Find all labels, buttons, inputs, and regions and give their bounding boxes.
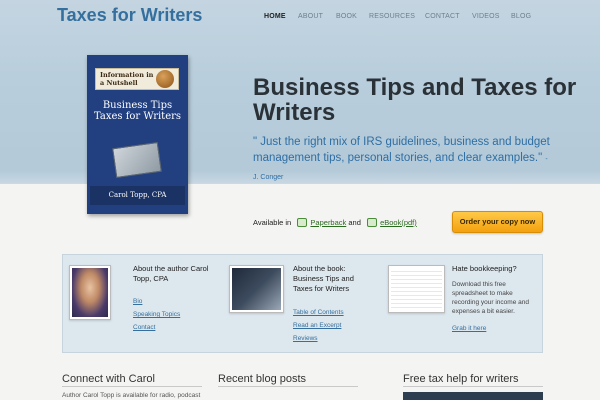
author-photo[interactable] — [69, 265, 111, 320]
review-quote: " Just the right mix of IRS guidelines, … — [253, 134, 553, 186]
profit-image[interactable] — [229, 265, 284, 313]
book-cover[interactable]: Information in a Nutshell Business Tips … — [87, 55, 188, 214]
connect-heading: Connect with Carol — [62, 373, 155, 385]
reviews-link[interactable]: Reviews — [293, 335, 318, 342]
connect-divider — [62, 386, 202, 387]
card-bookkeeping-title: Hate bookkeeping? — [452, 264, 517, 273]
availability-line: Available in Paperback and eBook(pdf) — [253, 218, 417, 227]
card-book-title: About the book: Business Tips and Taxes … — [293, 264, 354, 293]
feature-panel: About the author Carol Topp, CPA Bio Spe… — [62, 254, 543, 353]
nav-contact[interactable]: CONTACT — [425, 13, 460, 20]
connect-text: Author Carol Topp is available for radio… — [62, 392, 201, 399]
contact-link[interactable]: Contact — [133, 324, 155, 331]
book-cover-title: Business Tips Taxes for Writers — [93, 100, 182, 122]
availability-and: and — [348, 218, 361, 227]
pdf-icon — [366, 218, 377, 227]
book-cover-author: Carol Topp, CPA — [90, 186, 185, 205]
read-excerpt-link[interactable]: Read an Excerpt — [293, 322, 341, 329]
recent-posts-heading: Recent blog posts — [218, 373, 307, 385]
card-author-title: About the author Carol Topp, CPA — [133, 264, 209, 283]
speaking-topics-link[interactable]: Speaking Topics — [133, 311, 180, 318]
site-title[interactable]: Taxes for Writers — [57, 5, 202, 26]
ebook-link[interactable]: eBook(pdf) — [380, 218, 417, 227]
spreadsheet-image[interactable] — [388, 265, 445, 313]
card-bookkeeping-text: Download this free spreadsheet to make r… — [452, 281, 529, 315]
page-heading: Business Tips and Taxes for Writers — [253, 74, 577, 126]
order-button[interactable]: Order your copy now — [452, 211, 543, 233]
grab-it-here-link[interactable]: Grab it here — [452, 325, 486, 332]
nav-resources[interactable]: RESOURCES — [369, 13, 415, 20]
nav-book[interactable]: BOOK — [336, 13, 357, 20]
free-tax-help-box[interactable] — [403, 392, 543, 400]
free-tax-help-heading: Free tax help for writers — [403, 373, 519, 385]
free-tax-help-divider — [403, 386, 543, 387]
spreadsheet-image-picture — [391, 268, 442, 310]
availability-prefix: Available in — [253, 218, 292, 227]
nav-home[interactable]: HOME — [264, 13, 286, 20]
calculator-icon — [112, 141, 162, 179]
nav-blog[interactable]: BLOG — [511, 13, 531, 20]
nav-videos[interactable]: VIDEOS — [472, 13, 500, 20]
baseball-icon — [156, 70, 174, 88]
recent-posts-divider — [218, 386, 358, 387]
paperback-link[interactable]: Paperback — [310, 218, 346, 227]
author-photo-image — [72, 268, 108, 317]
book-banner: Information in a Nutshell — [95, 68, 179, 90]
review-quote-text: " Just the right mix of IRS guidelines, … — [253, 136, 550, 164]
nav-about[interactable]: ABOUT — [298, 13, 323, 20]
book-icon — [297, 218, 308, 227]
bio-link[interactable]: Bio — [133, 298, 142, 305]
book-banner-text: Information in a Nutshell — [100, 71, 154, 87]
table-of-contents-link[interactable]: Table of Contents — [293, 309, 344, 316]
profit-image-picture — [232, 268, 281, 310]
